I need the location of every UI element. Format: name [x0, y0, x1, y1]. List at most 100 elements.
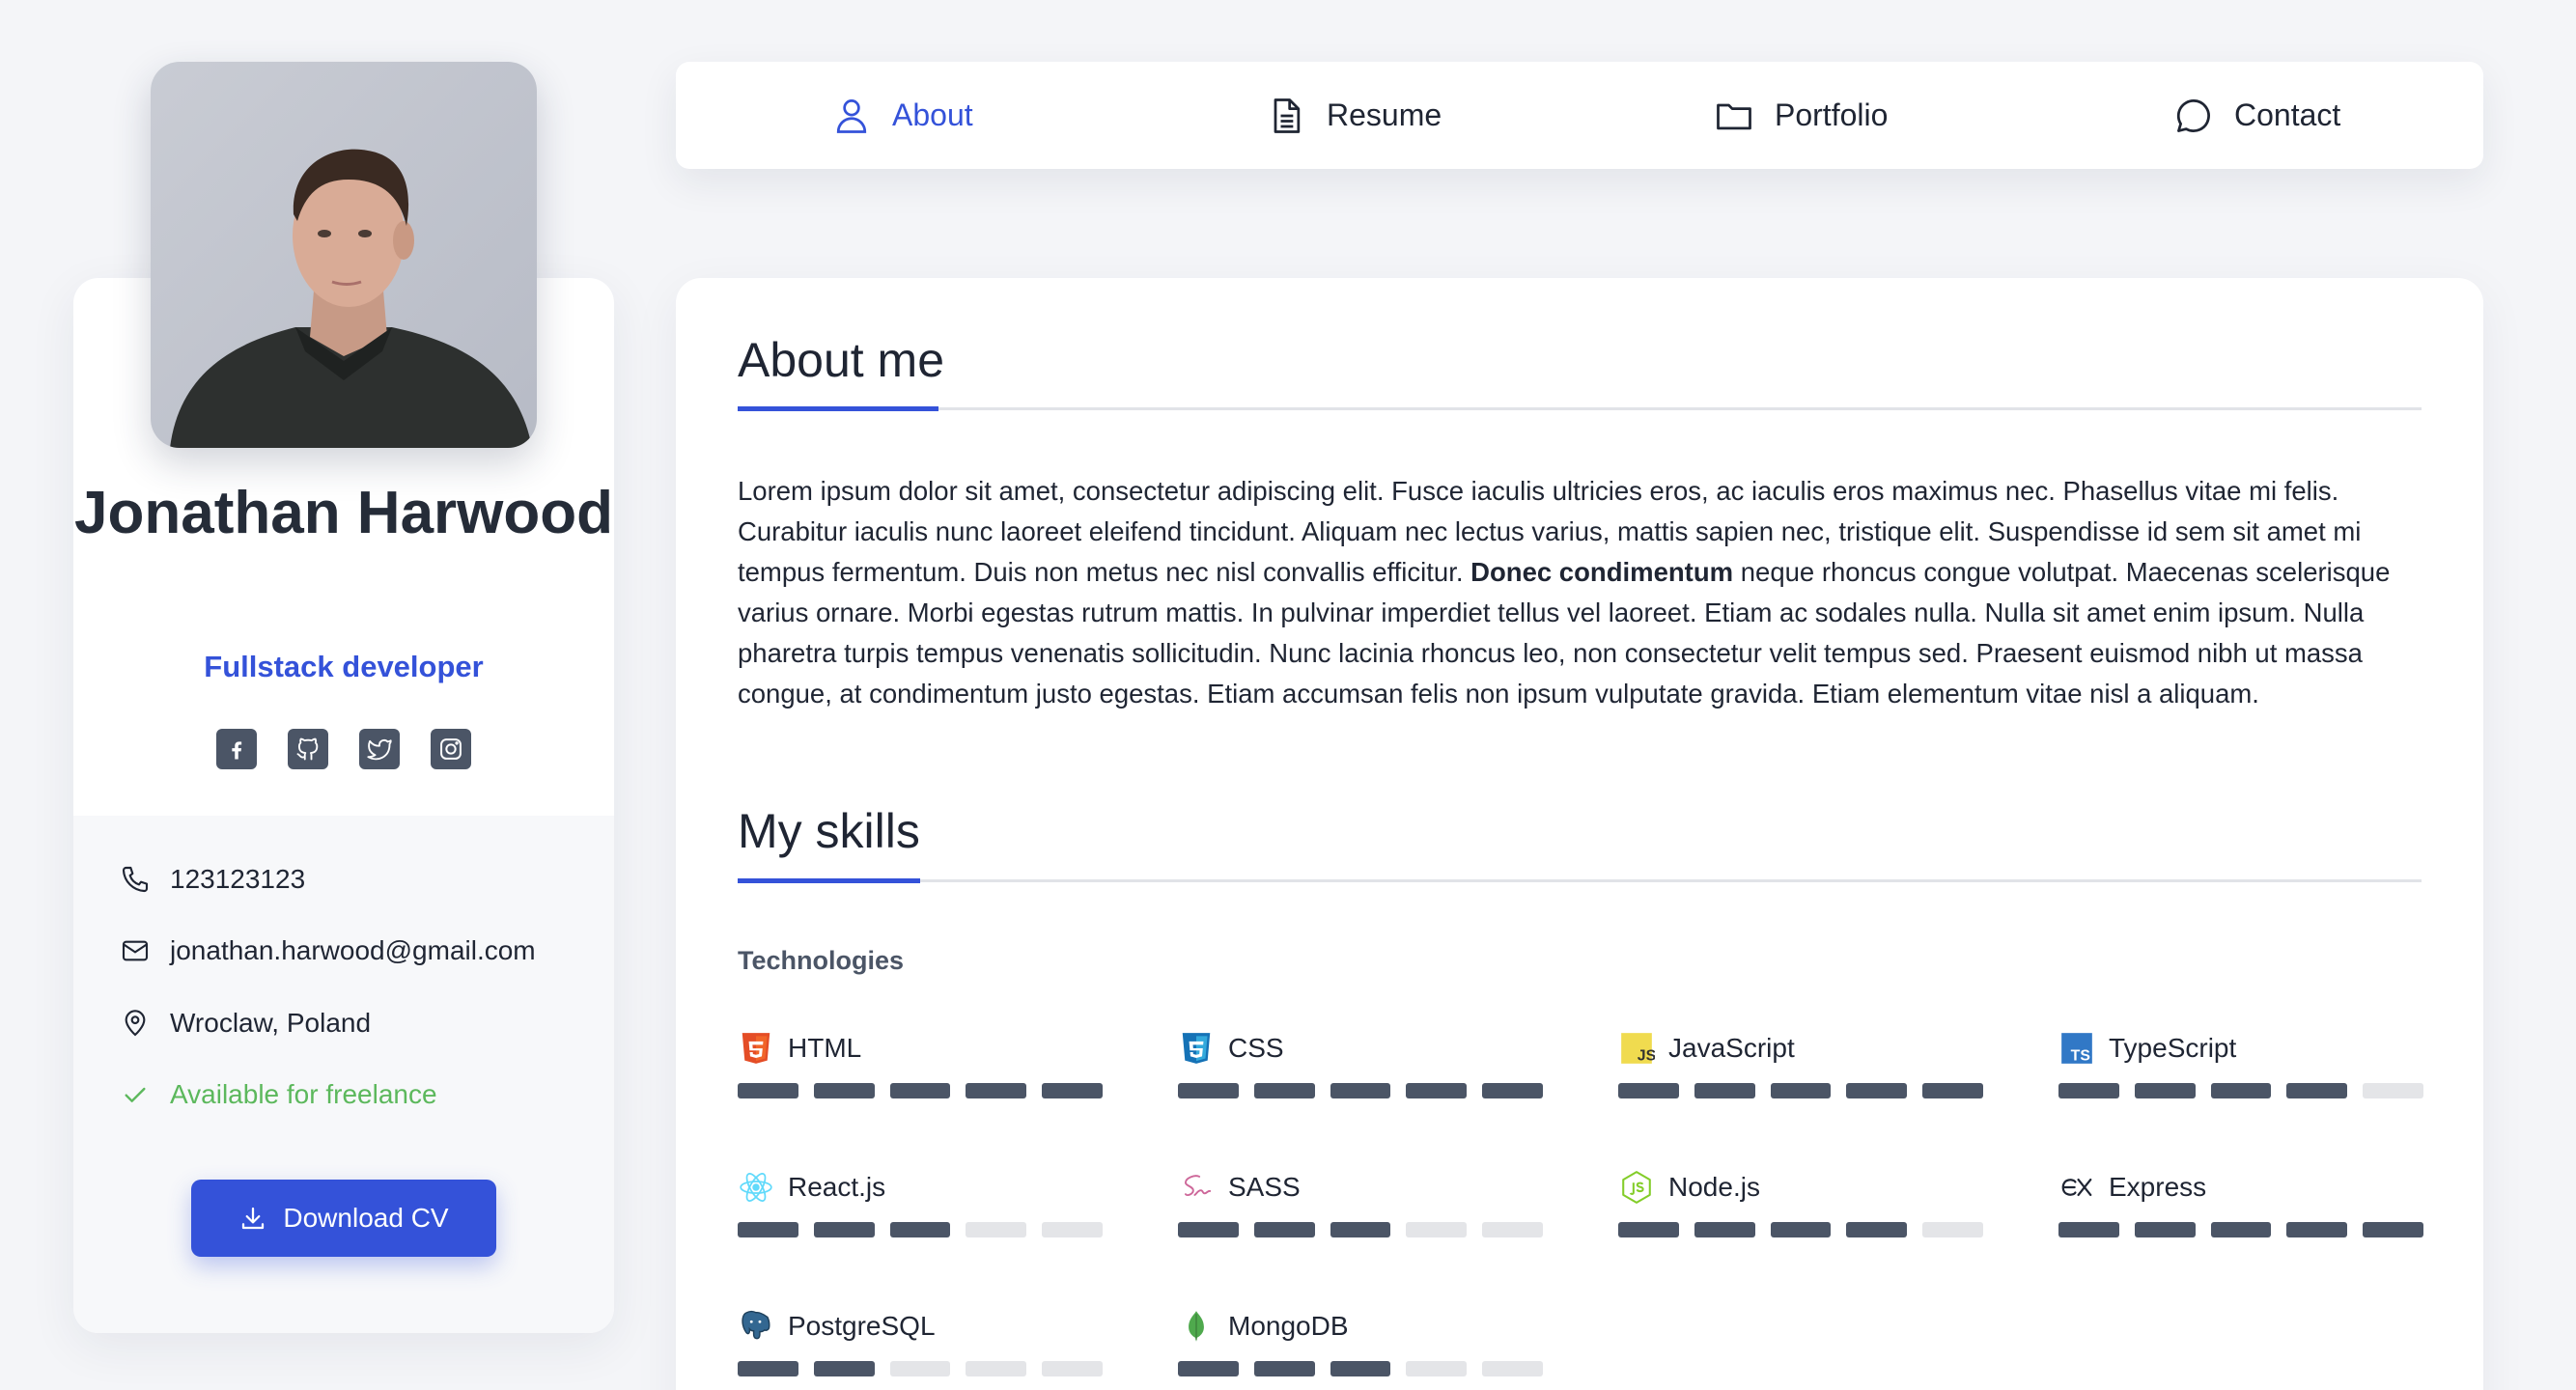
skill-bar-filled [2286, 1222, 2348, 1237]
skill-bar-filled [813, 1222, 875, 1237]
nodejs-icon [1622, 1171, 1651, 1204]
skill-name: HTML [788, 1033, 862, 1063]
top-navigation: About Resume Portfolio Contact [676, 62, 2483, 169]
skill-css: CSS [1178, 1027, 1543, 1098]
skill-bar-filled [2363, 1222, 2423, 1237]
javascript-icon: JS [1621, 1033, 1655, 1065]
skill-name: PostgreSQL [788, 1311, 936, 1341]
skill-bar-empty [1042, 1222, 1103, 1237]
mongodb-icon [1189, 1311, 1204, 1342]
skill-bar-filled [1253, 1222, 1315, 1237]
skill-bar-filled [2210, 1222, 2272, 1237]
css3-icon [1182, 1033, 1211, 1064]
social-links [216, 729, 471, 769]
contact-availability: Available for freelance [120, 1079, 437, 1110]
skill-bar-filled [1694, 1222, 1755, 1237]
svg-text:TS: TS [2071, 1048, 2090, 1065]
nav-portfolio[interactable]: Portfolio [1713, 62, 1888, 169]
skill-name: React.js [788, 1172, 886, 1202]
express-icon [2061, 1178, 2092, 1197]
skill-bar-empty [966, 1361, 1027, 1376]
skill-name: TypeScript [2109, 1033, 2237, 1063]
skill-level-bars [1178, 1222, 1543, 1237]
profile-role: Fullstack developer [204, 650, 484, 683]
skill-postgresql: PostgreSQL [738, 1305, 1103, 1376]
skill-bar-filled [1178, 1083, 1239, 1098]
folder-icon [1717, 103, 1751, 129]
about-title: About me [738, 333, 945, 387]
skills-divider [738, 878, 2422, 883]
github-icon[interactable] [288, 729, 328, 769]
mail-icon [122, 940, 149, 961]
skill-name: Express [2109, 1172, 2207, 1202]
about-divider [738, 406, 2422, 411]
document-icon [1274, 97, 1301, 133]
email-address: jonathan.harwood@gmail.com [170, 935, 536, 965]
location-pin-icon [125, 1010, 146, 1037]
skill-bar-filled [1618, 1083, 1679, 1098]
about-text-bold: Donec condimentum [1470, 557, 1734, 587]
typescript-icon: TS [2061, 1033, 2092, 1065]
skill-name: MongoDB [1228, 1311, 1349, 1341]
skill-react: React.js [738, 1166, 1103, 1237]
nav-about-label: About [892, 97, 973, 132]
phone-number: 123123123 [170, 864, 306, 894]
skill-bar-filled [1178, 1222, 1239, 1237]
skill-bar-empty [2363, 1083, 2423, 1098]
skill-bar-filled [1253, 1361, 1315, 1376]
instagram-icon[interactable] [431, 729, 471, 769]
nav-about[interactable]: About [830, 62, 973, 169]
profile-name: Jonathan Harwood [73, 480, 614, 546]
skill-express: Express [2058, 1166, 2423, 1237]
skill-bar-empty [966, 1222, 1027, 1237]
postgresql-icon [742, 1310, 770, 1340]
skill-level-bars [2058, 1222, 2423, 1237]
twitter-icon[interactable] [359, 729, 400, 769]
skill-level-bars [738, 1083, 1103, 1098]
contact-email: jonathan.harwood@gmail.com [120, 935, 536, 966]
skill-bar-filled [889, 1083, 951, 1098]
skill-bar-filled [889, 1222, 951, 1237]
skill-bar-empty [1406, 1361, 1468, 1376]
skill-sass: SASS [1178, 1166, 1543, 1237]
html5-icon [742, 1033, 770, 1064]
skill-bar-filled [738, 1361, 798, 1376]
skill-level-bars [2058, 1083, 2423, 1098]
skill-bar-filled [1618, 1222, 1679, 1237]
sass-icon [1184, 1175, 1212, 1197]
facebook-icon[interactable] [216, 729, 257, 769]
availability-text: Available for freelance [170, 1079, 437, 1109]
skill-bar-filled [1846, 1222, 1908, 1237]
skill-bar-filled [2134, 1222, 2196, 1237]
skill-bar-filled [1922, 1083, 1983, 1098]
contact-phone: 123123123 [120, 864, 305, 895]
skills-category: Technologies [738, 946, 905, 975]
skill-bar-empty [1406, 1222, 1468, 1237]
skill-name: JavaScript [1668, 1033, 1795, 1063]
skill-nodejs: Node.js [1618, 1166, 1983, 1237]
skill-bar-filled [1253, 1083, 1315, 1098]
skill-bar-filled [813, 1083, 875, 1098]
check-icon [125, 1087, 146, 1102]
download-cv-label: Download CV [283, 1203, 449, 1233]
nav-resume[interactable]: Resume [1265, 62, 1442, 169]
skill-bar-empty [1922, 1222, 1983, 1237]
svg-text:JS: JS [1638, 1048, 1655, 1065]
skill-bar-filled [1406, 1083, 1468, 1098]
skill-bar-filled [2134, 1083, 2196, 1098]
skill-bar-empty [1482, 1222, 1543, 1237]
skill-bar-filled [1330, 1083, 1391, 1098]
skill-bar-filled [1042, 1083, 1103, 1098]
skill-name: CSS [1228, 1033, 1284, 1063]
skill-level-bars [1618, 1222, 1983, 1237]
skill-bar-filled [1846, 1083, 1908, 1098]
skill-bar-filled [2058, 1083, 2119, 1098]
nav-contact[interactable]: Contact [2172, 62, 2340, 169]
user-icon [836, 98, 867, 133]
download-cv-button[interactable]: Download CV [191, 1180, 496, 1257]
skill-name: Node.js [1668, 1172, 1760, 1202]
skill-bar-filled [1178, 1361, 1239, 1376]
skill-bar-filled [1330, 1222, 1391, 1237]
location-text: Wroclaw, Poland [170, 1008, 372, 1038]
skill-html: HTML [738, 1027, 1103, 1098]
